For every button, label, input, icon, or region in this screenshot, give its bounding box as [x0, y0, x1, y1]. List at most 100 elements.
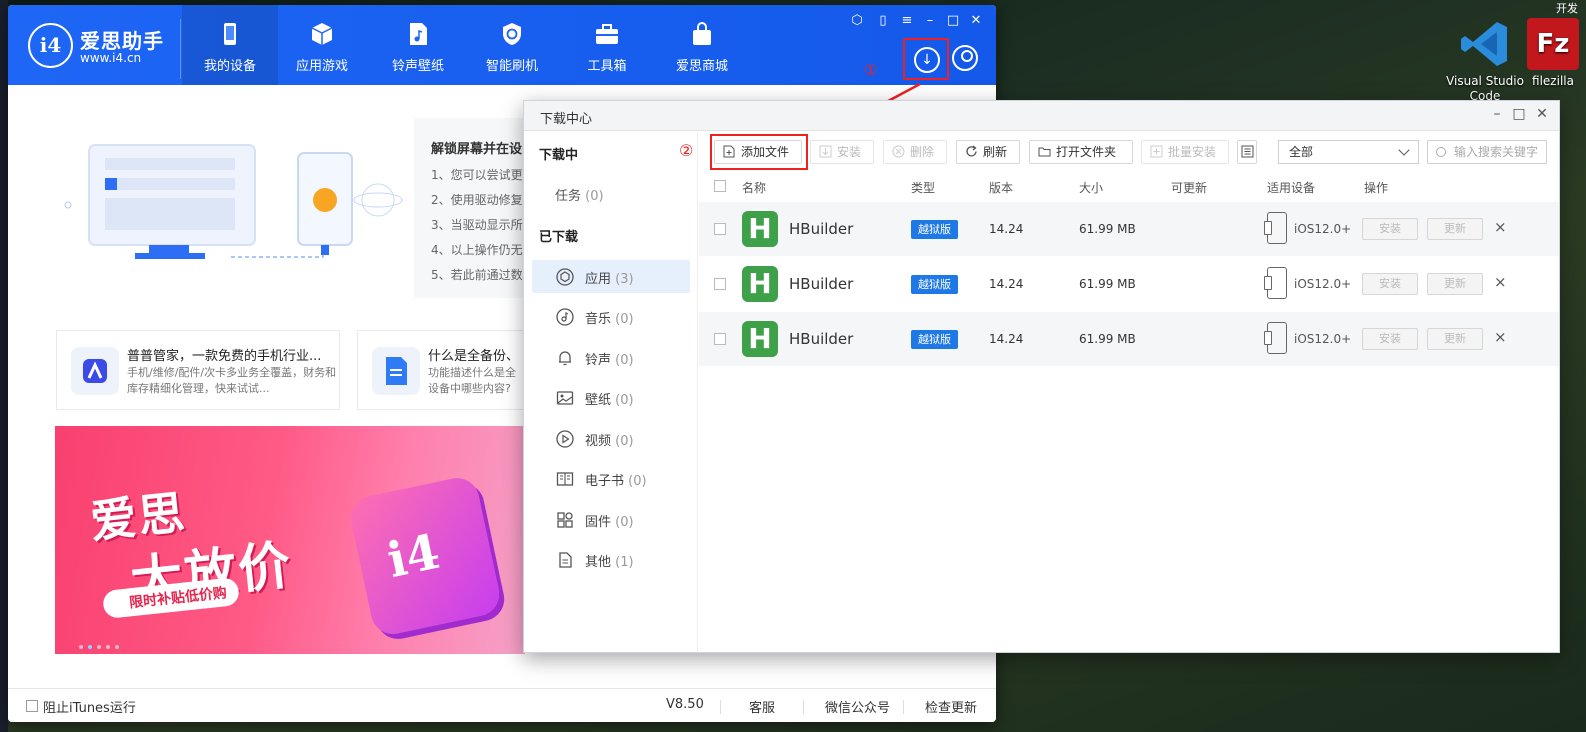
delete-button[interactable]: 删除	[883, 140, 947, 164]
document-icon	[556, 551, 574, 569]
button-label: 批量安装	[1168, 145, 1217, 159]
table-row[interactable]: H HBuilder 越狱版 14.24 61.99 MB iOS12.0+ 安…	[699, 202, 1559, 256]
select-all-checkbox[interactable]	[714, 180, 726, 192]
close-icon[interactable]: ✕	[1534, 106, 1550, 122]
row-remove-icon[interactable]: ×	[1494, 218, 1507, 236]
sidebar-item-wallpapers[interactable]: 壁纸 (0)	[532, 381, 690, 414]
promo-banner[interactable]: 爱思 大放价 限时补贴低价购 i4	[55, 426, 525, 654]
category-label: 电子书	[585, 474, 625, 489]
row-checkbox[interactable]	[714, 278, 726, 290]
sidebar-item-apps[interactable]: 应用 (3)	[532, 260, 690, 293]
vscode-icon	[1459, 18, 1511, 70]
user-account-icon[interactable]	[952, 45, 978, 71]
button-label: 打开文件夹	[1056, 145, 1117, 159]
hbuilder-app-icon: H	[742, 266, 778, 302]
row-install-button[interactable]: 安装	[1362, 273, 1418, 295]
unlock-illustration	[53, 120, 413, 290]
row-update-button[interactable]: 更新	[1427, 218, 1483, 240]
check-update-link[interactable]: 检查更新	[925, 697, 977, 716]
type-filter-select[interactable]: 全部	[1278, 140, 1419, 164]
version-label: V8.50	[666, 697, 704, 712]
open-folder-button[interactable]: 打开文件夹	[1029, 140, 1133, 164]
category-count: (0)	[615, 393, 634, 408]
batch-install-button[interactable]: 批量安装	[1141, 140, 1229, 164]
sidebar-item-other[interactable]: 其他 (1)	[532, 543, 690, 576]
nav-label: 铃声壁纸	[391, 59, 444, 74]
refresh-icon	[966, 145, 977, 157]
row-update-button[interactable]: 更新	[1427, 273, 1483, 295]
category-label: 铃声	[585, 353, 612, 368]
device-icon	[1264, 212, 1287, 244]
category-label: 音乐	[585, 312, 612, 327]
promo-card-pupu[interactable]: 普普管家，一款免费的手机行业... 手机/维修/配件/次卡多业务全覆盖，财务和库…	[56, 330, 340, 410]
nav-smart-flash[interactable]: 智能刷机	[464, 5, 560, 85]
block-itunes-checkbox[interactable]	[26, 700, 38, 712]
batch-install-icon	[1150, 145, 1163, 158]
phone-icon	[217, 21, 243, 47]
sidebar-item-firmware[interactable]: 固件 (0)	[532, 503, 690, 536]
annotation-marker-1: ①	[864, 61, 878, 79]
minimize-icon[interactable]: –	[1489, 106, 1505, 122]
close-icon[interactable]: ✕	[967, 13, 985, 28]
skin-icon[interactable]: ⬡	[848, 13, 866, 28]
minimize-icon[interactable]: –	[921, 13, 939, 28]
sidebar-item-music[interactable]: 音乐 (0)	[532, 300, 690, 333]
search-input[interactable]: 输入搜索关键字	[1427, 140, 1547, 164]
category-label: 视频	[585, 434, 612, 449]
row-checkbox[interactable]	[714, 333, 726, 345]
nav-toolbox[interactable]: 工具箱	[559, 5, 655, 85]
download-center-button[interactable]: ↓	[903, 38, 949, 80]
promo-card-backup[interactable]: 什么是全备份、 功能描述什么是全设备中哪些内容?	[357, 330, 527, 410]
column-header: 版本	[989, 181, 1014, 195]
card-title: 什么是全备份、	[428, 349, 520, 364]
version-cell: 14.24	[989, 332, 1024, 346]
table-row[interactable]: H HBuilder 越狱版 14.24 61.99 MB iOS12.0+ 安…	[699, 312, 1559, 366]
desktop-topright-label: 开发	[1556, 2, 1578, 15]
list-view-toggle[interactable]	[1237, 140, 1257, 164]
row-update-button[interactable]: 更新	[1427, 328, 1483, 350]
desktop-icon-label: filezilla	[1532, 74, 1574, 88]
add-file-button[interactable]: 添加文件	[714, 140, 802, 164]
type-badge: 越狱版	[911, 330, 958, 349]
category-count: (1)	[615, 555, 634, 570]
sidebar-item-videos[interactable]: 视频 (0)	[532, 422, 690, 455]
nav-divider	[180, 19, 181, 79]
add-file-icon	[723, 145, 735, 158]
column-header: 名称	[742, 181, 767, 195]
table-row[interactable]: H HBuilder 越狱版 14.24 61.99 MB iOS12.0+ 安…	[699, 257, 1559, 311]
row-remove-icon[interactable]: ×	[1494, 273, 1507, 291]
customer-service-link[interactable]: 客服	[749, 697, 775, 716]
wechat-link[interactable]: 微信公众号	[825, 697, 890, 716]
maximize-icon[interactable]: □	[944, 13, 962, 28]
download-center-titlebar: 下载中心 – □ ✕	[524, 101, 1559, 131]
sidebar-item-ringtones[interactable]: 铃声 (0)	[532, 341, 690, 374]
pupu-app-icon	[71, 347, 119, 395]
task-item[interactable]: 任务 (0)	[555, 185, 604, 204]
banner-pager[interactable]	[79, 638, 124, 653]
device-icon	[1264, 267, 1287, 299]
row-install-button[interactable]: 安装	[1362, 218, 1418, 240]
desktop-icon-vscode[interactable]: Visual Studio Code	[1440, 18, 1530, 104]
search-placeholder: 输入搜索关键字	[1454, 145, 1539, 159]
feedback-icon[interactable]: ▯	[874, 13, 892, 28]
nav-i4-store[interactable]: 爱思商城	[654, 5, 750, 85]
logo-mark: i4	[28, 23, 73, 68]
nav-apps-games[interactable]: 应用游戏	[274, 5, 370, 85]
hbuilder-app-icon: H	[742, 321, 778, 357]
desktop-icon-filezilla[interactable]: Fz filezilla	[1520, 18, 1586, 89]
row-remove-icon[interactable]: ×	[1494, 328, 1507, 346]
image-icon	[556, 389, 574, 407]
menu-icon[interactable]: ≡	[898, 13, 916, 28]
shield-refresh-icon	[499, 21, 525, 47]
nav-my-device[interactable]: 我的设备	[182, 5, 278, 85]
hbuilder-app-icon: H	[742, 211, 778, 247]
sidebar-item-label: 视频 (0)	[585, 430, 634, 449]
row-install-button[interactable]: 安装	[1362, 328, 1418, 350]
maximize-icon[interactable]: □	[1511, 106, 1527, 122]
refresh-button[interactable]: 刷新	[956, 140, 1020, 164]
nav-ringtones-wallpapers[interactable]: 铃声壁纸	[370, 5, 466, 85]
row-checkbox[interactable]	[714, 223, 726, 235]
install-button[interactable]: 安装	[810, 140, 874, 164]
sidebar-item-ebooks[interactable]: 电子书 (0)	[532, 462, 690, 495]
block-itunes-label[interactable]: 阻止iTunes运行	[43, 697, 136, 716]
